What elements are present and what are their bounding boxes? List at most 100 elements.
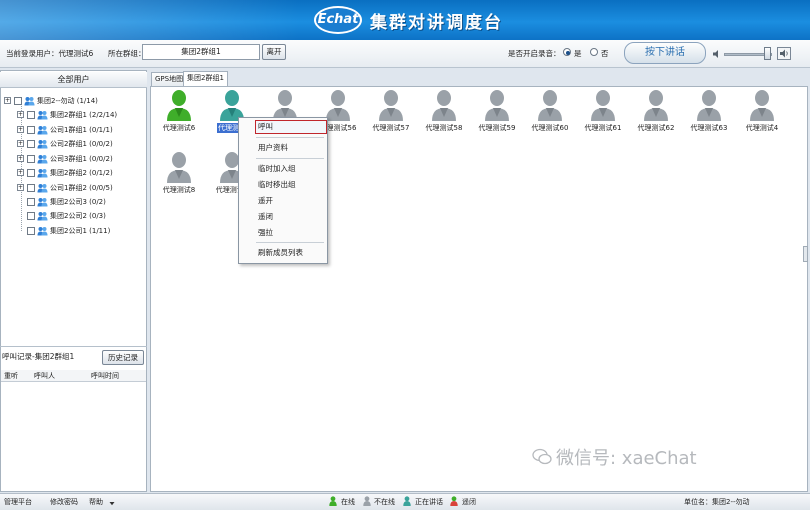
tree-item[interactable]: + 集团2群组2 (0/1/2) <box>0 167 146 179</box>
menu-item[interactable]: 临时移出组 <box>258 179 296 191</box>
tree-item[interactable]: 集团2公司2 (0/3) <box>0 210 146 222</box>
menu-separator <box>256 158 324 159</box>
person-icon <box>697 90 721 121</box>
offline-legend-icon <box>363 496 371 506</box>
group-icon <box>37 226 48 236</box>
expand-toggle[interactable]: + <box>4 97 11 104</box>
member-name: 代理测试8 <box>162 186 196 194</box>
chevron-down-icon[interactable] <box>109 500 115 506</box>
record-no-radio[interactable] <box>590 48 598 56</box>
tree-item-label: 公司3群组1 (0/0/2) <box>50 155 113 163</box>
wechat-icon <box>532 448 552 466</box>
tree-checkbox[interactable] <box>27 169 35 177</box>
group-icon <box>37 197 48 207</box>
menu-item[interactable]: 呼叫 <box>258 121 273 133</box>
closed-legend-label: 遥闭 <box>462 498 476 506</box>
person-icon <box>538 90 562 121</box>
tree-item[interactable]: + 公司2群组1 (0/0/2) <box>0 138 146 150</box>
group-icon <box>24 96 35 106</box>
member-item[interactable]: 代理测试57 <box>364 89 418 141</box>
echat-logo: Echat <box>314 6 362 34</box>
tree-item[interactable]: 集团2公司1 (1/11) <box>0 225 146 237</box>
member-item[interactable]: 代理测试59 <box>470 89 524 141</box>
member-item[interactable]: 代理测试8 <box>152 151 206 203</box>
tree-item[interactable]: + 公司1群组1 (0/1/1) <box>0 124 146 136</box>
expand-toggle[interactable]: + <box>17 111 24 118</box>
menu-item[interactable]: 刷新成员列表 <box>258 247 303 259</box>
app-title: 集群对讲调度台 <box>370 13 503 33</box>
member-name: 代理测试4 <box>745 124 779 132</box>
tree-item[interactable]: + 集团2群组1 (2/2/14) <box>0 109 146 121</box>
watermark-text: 微信号: xaeChat <box>556 448 697 469</box>
column-header[interactable]: 呼叫时间 <box>91 370 119 382</box>
member-name: 代理测试61 <box>584 124 622 132</box>
member-name: 代理测试63 <box>690 124 728 132</box>
menu-separator <box>256 242 324 243</box>
tree-item-label: 公司1群组1 (0/1/1) <box>50 126 113 134</box>
tree-item-label: 公司1群组2 (0/0/5) <box>50 184 113 192</box>
speaker-icon <box>712 49 722 59</box>
member-name: 代理测试58 <box>425 124 463 132</box>
tree-checkbox[interactable] <box>27 155 35 163</box>
tree-item-label: 集团2公司1 (1/11) <box>50 227 111 235</box>
change-password-link[interactable]: 修改密码 <box>50 497 78 507</box>
tree-checkbox[interactable] <box>27 111 35 119</box>
member-name: 代理测试59 <box>478 124 516 132</box>
expand-toggle[interactable]: + <box>17 184 24 191</box>
tree-checkbox[interactable] <box>27 184 35 192</box>
member-item[interactable]: 代理测试4 <box>735 89 789 141</box>
expand-toggle[interactable]: + <box>17 155 24 162</box>
tree-item-label: 公司2群组1 (0/0/2) <box>50 140 113 148</box>
scroll-handle[interactable] <box>803 246 808 262</box>
tab-gps-map[interactable]: GPS地图 <box>151 72 188 86</box>
help-menu[interactable]: 帮助 <box>89 497 103 507</box>
person-icon <box>379 90 403 121</box>
member-item[interactable]: 代理测试60 <box>523 89 577 141</box>
person-icon <box>326 90 350 121</box>
tree-item[interactable]: + 公司1群组2 (0/0/5) <box>0 182 146 194</box>
column-header[interactable]: 重听 <box>4 370 18 382</box>
member-item[interactable]: 代理测试58 <box>417 89 471 141</box>
record-yes-radio[interactable] <box>563 48 571 56</box>
member-item[interactable]: 代理测试63 <box>682 89 736 141</box>
menu-item[interactable]: 临时加入组 <box>258 163 296 175</box>
menu-item[interactable]: 用户资料 <box>258 142 288 154</box>
leave-button[interactable]: 离开 <box>262 44 286 60</box>
member-name: 代理测试60 <box>531 124 569 132</box>
member-item[interactable]: 代理测试6 <box>152 89 206 141</box>
all-users-header: 全部用户 <box>0 72 147 88</box>
history-button[interactable]: 历史记录 <box>102 350 144 365</box>
tree-item-label: 集团2群组1 (2/2/14) <box>50 111 118 119</box>
offline-legend-label: 不在线 <box>374 498 395 506</box>
tree-item[interactable]: 集团2公司3 (0/2) <box>0 196 146 208</box>
member-name: 代理测试57 <box>372 124 410 132</box>
member-item[interactable]: 代理测试61 <box>576 89 630 141</box>
group-field[interactable]: 集团2群组1 <box>142 44 260 60</box>
tab-group[interactable]: 集团2群组1 <box>183 71 228 86</box>
push-to-talk-button[interactable]: 按下讲话 <box>624 42 706 64</box>
tree-checkbox[interactable] <box>27 198 35 206</box>
tree-checkbox[interactable] <box>27 140 35 148</box>
manage-platform-link[interactable]: 管理平台 <box>4 497 32 507</box>
group-icon <box>37 139 48 149</box>
column-header[interactable]: 呼叫人 <box>34 370 55 382</box>
expand-toggle[interactable]: + <box>17 126 24 133</box>
tree-checkbox[interactable] <box>27 126 35 134</box>
menu-item[interactable]: 遥开 <box>258 195 273 207</box>
volume-slider-thumb[interactable] <box>764 47 771 60</box>
expand-toggle[interactable]: + <box>17 140 24 147</box>
tree-item[interactable]: + 集团2--勿动 (1/14) <box>0 95 146 107</box>
volume-mute-button[interactable] <box>777 47 791 60</box>
history-table-header: 重听 呼叫人 呼叫时间 <box>1 370 146 382</box>
group-icon <box>37 211 48 221</box>
menu-item[interactable]: 强拉 <box>258 227 273 239</box>
group-icon <box>37 168 48 178</box>
tree-checkbox[interactable] <box>14 97 22 105</box>
member-item[interactable]: 代理测试62 <box>629 89 683 141</box>
tree-checkbox[interactable] <box>27 227 35 235</box>
menu-item[interactable]: 遥闭 <box>258 211 273 223</box>
member-name: 代理测试6 <box>162 124 196 132</box>
tree-item[interactable]: + 公司3群组1 (0/0/2) <box>0 153 146 165</box>
expand-toggle[interactable]: + <box>17 169 24 176</box>
tree-checkbox[interactable] <box>27 212 35 220</box>
